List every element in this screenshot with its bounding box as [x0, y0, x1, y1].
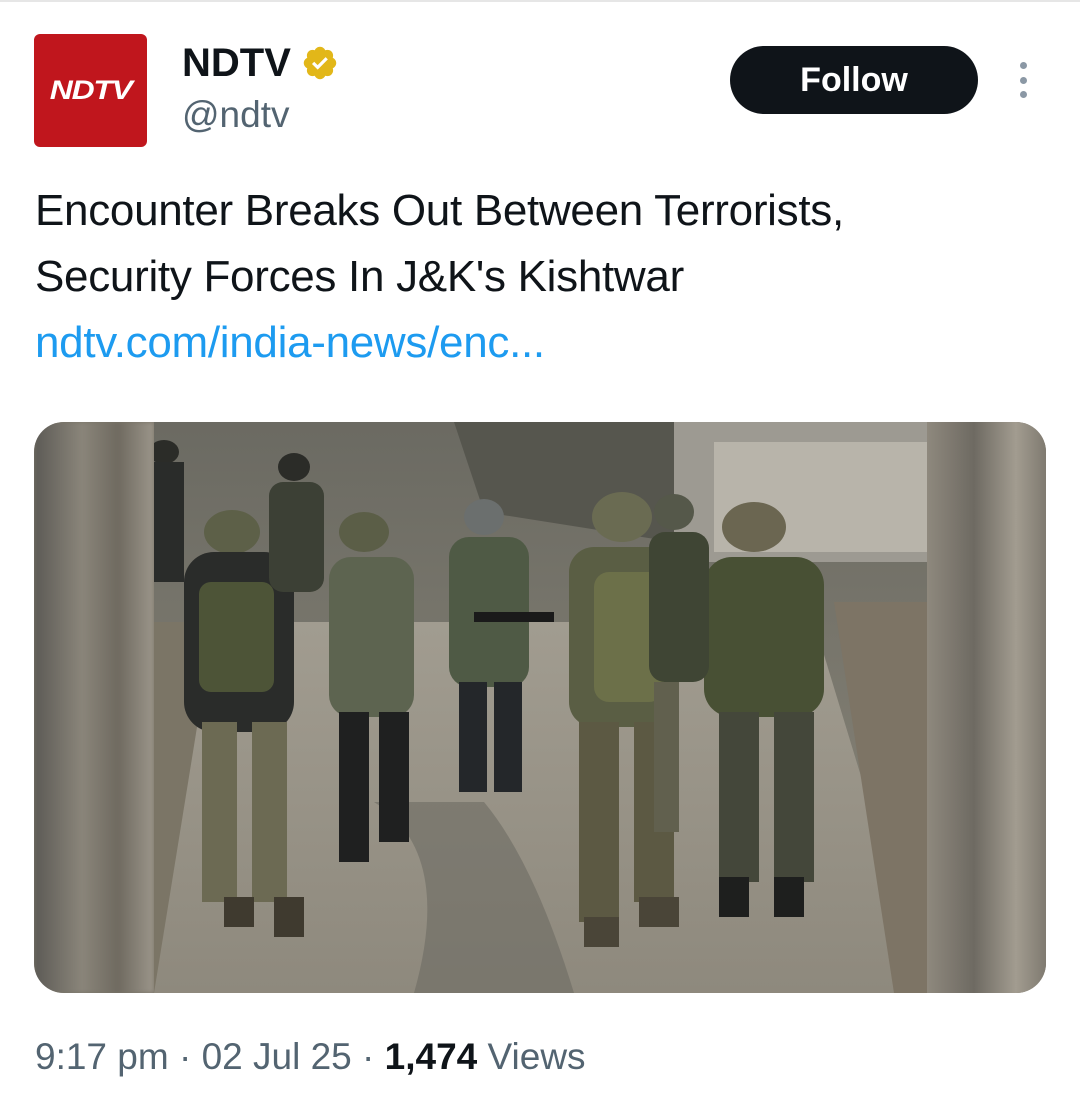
tweet-date[interactable]: 02 Jul 25 [202, 1036, 352, 1077]
more-dot [1019, 76, 1027, 84]
views-label: Views [477, 1036, 586, 1077]
more-dot [1019, 91, 1027, 98]
media-blur-right [926, 422, 1046, 993]
top-divider [0, 0, 1080, 2]
meta-separator: · [168, 1036, 202, 1077]
media-blur-left [34, 422, 154, 993]
author-handle[interactable]: @ndtv [182, 94, 290, 136]
follow-button[interactable]: Follow [730, 46, 978, 114]
display-name[interactable]: NDTV [182, 40, 291, 86]
tweet-meta: 9:17 pm · 02 Jul 25 · 1,474 Views [35, 1034, 586, 1080]
tweet-time[interactable]: 9:17 pm [35, 1036, 169, 1077]
tweet-text-line-2: Security Forces In J&K's Kishtwar [35, 252, 684, 301]
author-name-row: NDTV [182, 40, 339, 86]
meta-separator: · [351, 1036, 385, 1077]
tweet-text: Encounter Breaks Out Between Terrorists,… [35, 178, 1045, 376]
more-dot [1019, 62, 1027, 69]
avatar[interactable]: NDTV [34, 34, 147, 147]
avatar-logo-text: NDTV [49, 75, 132, 105]
more-vertical-icon[interactable] [1013, 62, 1033, 98]
tweet-text-line-1: Encounter Breaks Out Between Terrorists, [35, 186, 844, 235]
tweet-link[interactable]: ndtv.com/india-news/enc... [35, 310, 1045, 376]
photo-soldiers-on-road [154, 422, 927, 993]
verified-badge-icon [303, 46, 337, 80]
views-count: 1,474 [384, 1036, 478, 1077]
tweet-media-image[interactable] [34, 422, 1046, 993]
